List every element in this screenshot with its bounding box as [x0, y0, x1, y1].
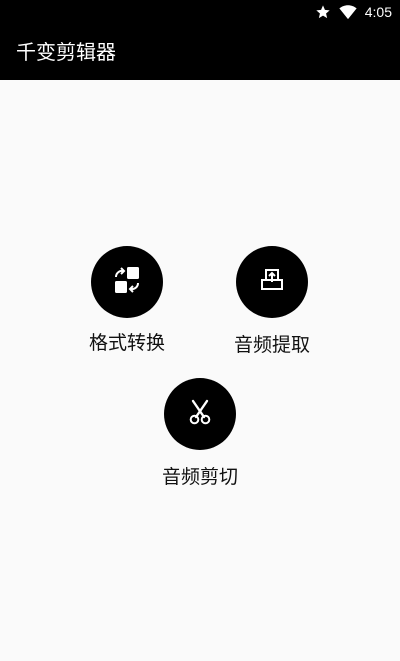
audio-extract-button[interactable]: 音频提取: [212, 246, 332, 357]
star-icon: [315, 4, 331, 20]
main-content: 格式转换 音频提取 音频剪切: [0, 80, 400, 661]
audio-cut-button[interactable]: 音频剪切: [140, 378, 260, 489]
audio-cut-circle[interactable]: [164, 378, 236, 450]
app-bar: 千变剪辑器: [0, 24, 400, 80]
format-convert-circle[interactable]: [91, 246, 163, 318]
extract-icon: [258, 266, 286, 298]
audio-extract-label: 音频提取: [233, 334, 310, 356]
status-icons: 4:05: [315, 0, 392, 24]
status-bar: 4:05: [0, 0, 400, 24]
status-time: 4:05: [364, 4, 392, 20]
scissors-icon: [186, 398, 214, 430]
app-title: 千变剪辑器: [16, 40, 116, 64]
audio-cut-label: 音频剪切: [161, 466, 238, 488]
format-convert-button[interactable]: 格式转换: [67, 246, 187, 355]
convert-icon: [112, 265, 142, 299]
format-convert-label: 格式转换: [88, 332, 165, 354]
audio-extract-circle[interactable]: [236, 246, 308, 318]
wifi-icon: [339, 4, 357, 20]
